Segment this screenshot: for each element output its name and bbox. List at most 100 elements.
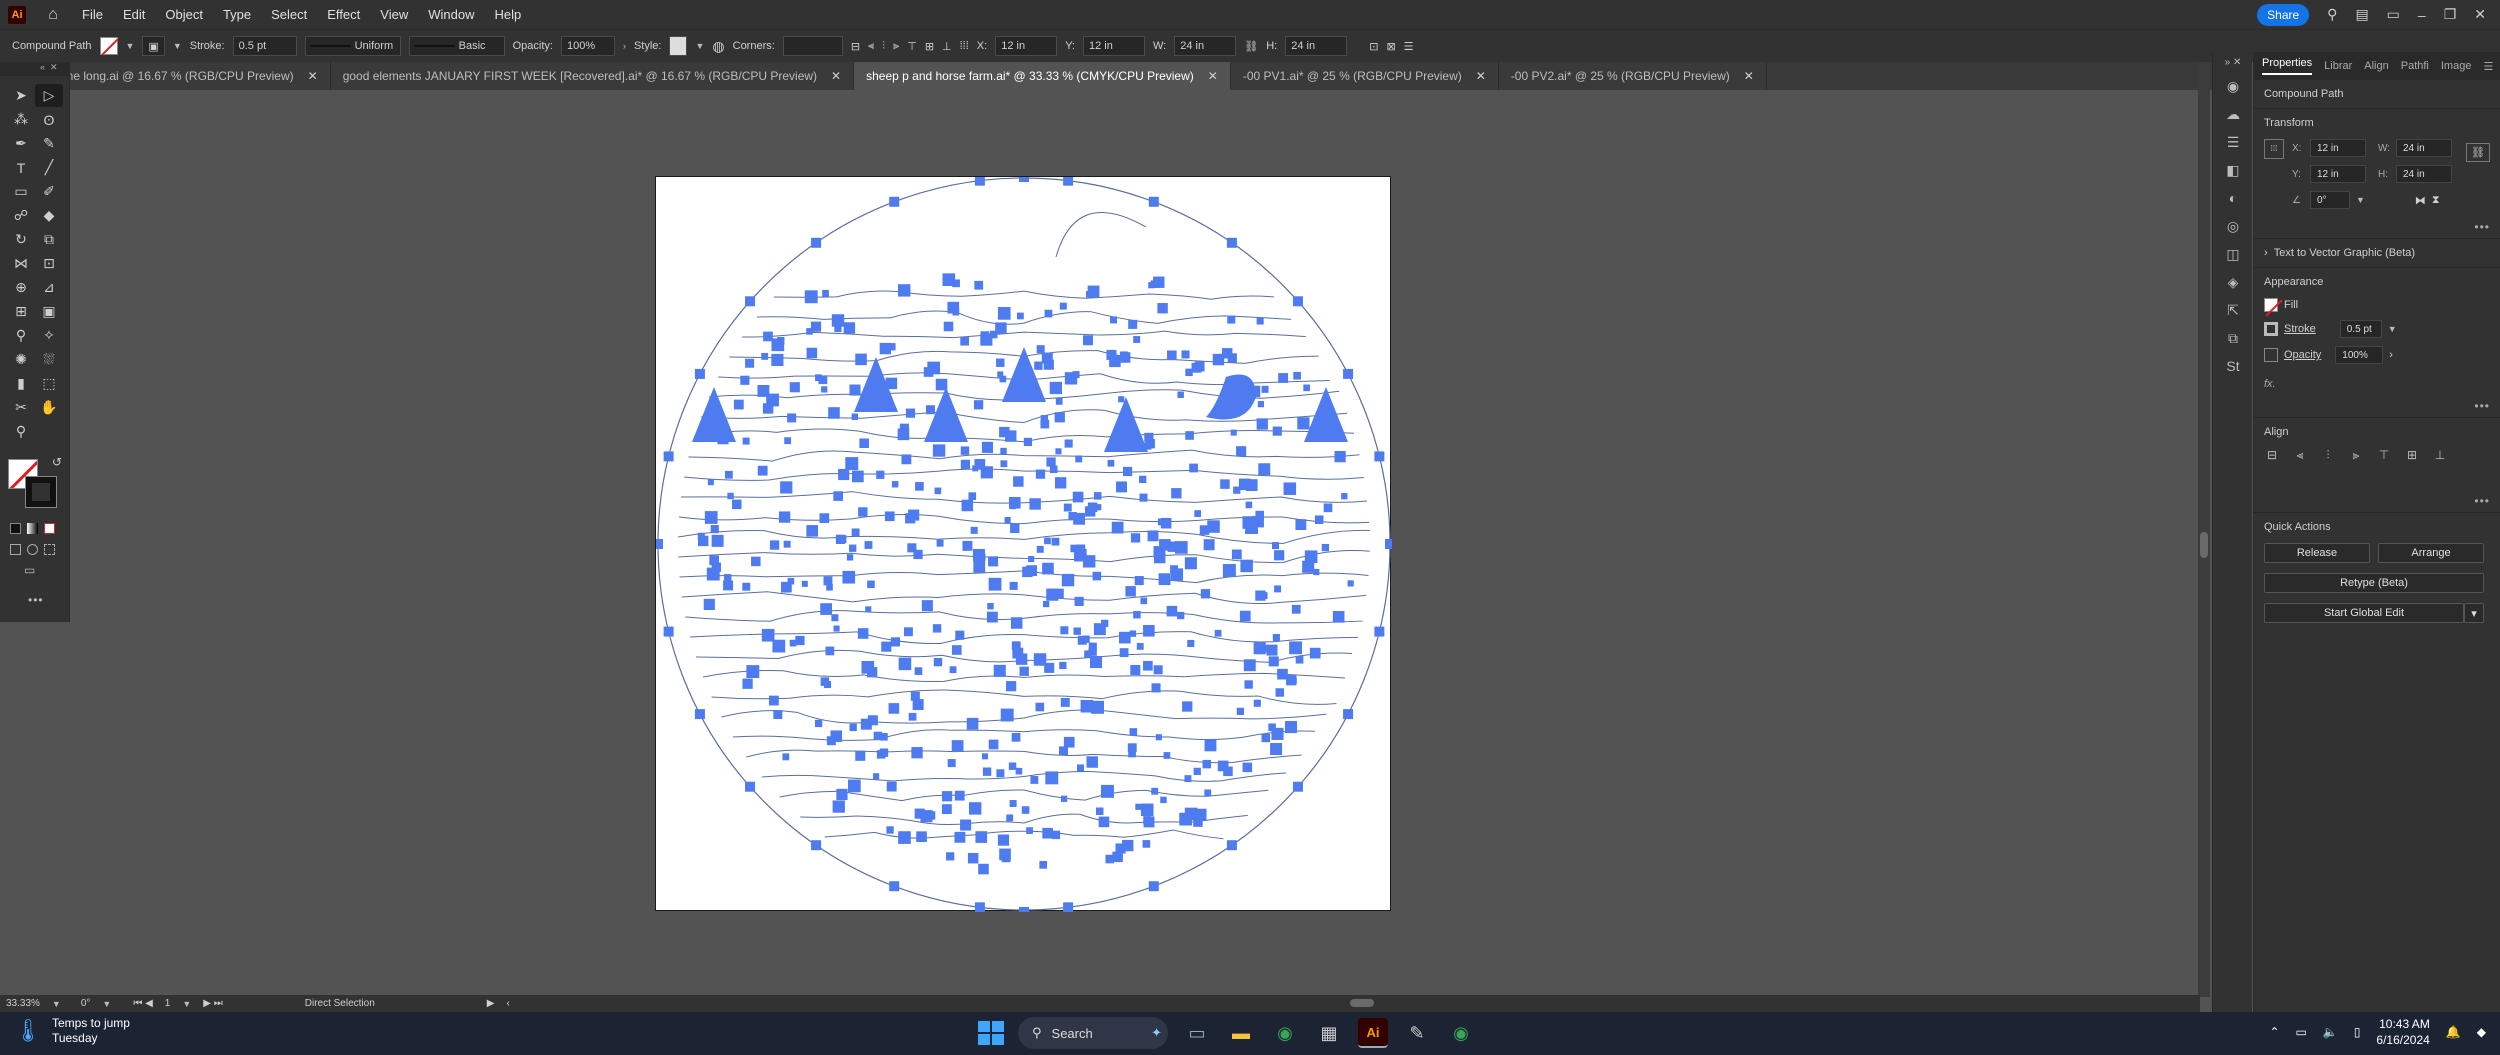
shaper-tool-icon[interactable]: ☍ xyxy=(7,204,35,227)
appearance-icon[interactable]: ◎ xyxy=(2213,212,2253,240)
align-top-icon[interactable]: ⊤ xyxy=(2376,448,2392,462)
x-input[interactable]: 12 in xyxy=(995,36,1058,56)
properties-icon[interactable]: ◉ xyxy=(2213,72,2253,100)
tab-document-4[interactable]: -00 PV1.ai* @ 25 % (RGB/CPU Preview) ✕ xyxy=(1231,62,1499,90)
export-icon[interactable]: ⇱ xyxy=(2213,296,2253,324)
selection-tool-icon[interactable]: ➤ xyxy=(7,84,35,107)
volume-icon[interactable]: 🔈 xyxy=(2323,1025,2338,1039)
h-field[interactable]: 24 in xyxy=(2396,165,2452,183)
search-icon[interactable]: ⚲ xyxy=(2327,6,2337,23)
vertical-scrollbar[interactable] xyxy=(2198,62,2210,997)
artwork-compound-path[interactable] xyxy=(656,177,1392,912)
fill-swatch[interactable] xyxy=(99,37,118,55)
close-window-icon[interactable]: ✕ xyxy=(2474,6,2486,23)
opacity-label[interactable]: Opacity xyxy=(2284,349,2321,361)
chrome-profile-icon[interactable]: ◉ xyxy=(1446,1018,1476,1048)
menu-view[interactable]: View xyxy=(380,7,408,22)
menu-object[interactable]: Object xyxy=(165,7,203,22)
close-icon[interactable]: ✕ xyxy=(1744,69,1754,83)
h-input[interactable]: 24 in xyxy=(1285,36,1348,56)
more-options-icon[interactable]: ••• xyxy=(2474,494,2490,508)
edit-toolbar-icon[interactable]: ••• xyxy=(0,577,69,607)
chevron-down-icon[interactable]: ▼ xyxy=(2356,195,2365,205)
slice-tool-icon[interactable]: ✂ xyxy=(7,396,35,419)
variable-width-profile[interactable]: Uniform xyxy=(304,36,401,56)
brush-definition[interactable]: Basic xyxy=(408,36,505,56)
tab-document-1[interactable]: ene long.ai @ 16.67 % (RGB/CPU Preview) ✕ xyxy=(48,62,331,90)
align-middle-icon[interactable]: ⊞ xyxy=(925,40,934,53)
tab-properties[interactable]: Properties xyxy=(2262,57,2313,75)
next-artboard-icon[interactable]: ▶ ⏭ xyxy=(203,998,222,1009)
more-options-icon[interactable]: ••• xyxy=(2474,399,2490,413)
collapse-panels-icon[interactable]: » ✕ xyxy=(2213,52,2253,72)
lasso-tool-icon[interactable]: ʘ xyxy=(35,108,63,131)
tab-libraries[interactable]: Librar xyxy=(2324,60,2352,72)
stroke-weight-field[interactable]: 0.5 pt xyxy=(2339,320,2382,338)
mesh-tool-icon[interactable]: ⊞ xyxy=(7,300,35,323)
battery-icon[interactable]: ▯ xyxy=(2354,1025,2361,1039)
clock[interactable]: 10:43 AM 6/16/2024 xyxy=(2376,1016,2429,1048)
w-input[interactable]: 24 in xyxy=(1174,36,1237,56)
file-explorer-icon[interactable]: ▬ xyxy=(1226,1018,1256,1048)
minimize-icon[interactable]: – xyxy=(2418,7,2426,23)
taskbar-search[interactable]: ⚲ Search ✦ xyxy=(1018,1017,1168,1049)
line-tool-icon[interactable]: ╱ xyxy=(35,156,63,179)
menu-effect[interactable]: Effect xyxy=(327,7,360,22)
close-icon[interactable]: ✕ xyxy=(831,69,841,83)
rotate-tool-icon[interactable]: ↻ xyxy=(7,228,35,251)
align-center-icon[interactable]: ⫶ xyxy=(882,40,885,53)
opacity-input[interactable]: 100% xyxy=(560,36,615,56)
illustrator-taskbar-icon[interactable]: Ai xyxy=(1358,1018,1388,1048)
weather-widget[interactable]: 🌡 Temps to jump Tuesday xyxy=(14,1016,130,1046)
eyedropper-tool-icon[interactable]: ⚲ xyxy=(7,324,35,347)
task-view-icon[interactable]: ▭ xyxy=(1182,1018,1212,1048)
y-input[interactable]: 12 in xyxy=(1083,36,1145,56)
align-bottom-icon[interactable]: ⊥ xyxy=(2432,448,2448,462)
artboard-tool-icon[interactable]: ⬚ xyxy=(35,372,63,395)
reference-point-icon[interactable]: ⁞⁞⁞ xyxy=(2264,139,2284,159)
chevron-down-icon[interactable]: ▾ xyxy=(2464,603,2484,623)
gradient-panel-icon[interactable]: ◐ xyxy=(2213,184,2253,212)
menu-edit[interactable]: Edit xyxy=(123,7,145,22)
chevron-down-icon[interactable]: ▼ xyxy=(126,41,135,51)
stroke-label[interactable]: Stroke xyxy=(2284,323,2316,335)
arrange-button[interactable]: Arrange xyxy=(2378,543,2484,563)
chevron-down-icon[interactable]: ▼ xyxy=(695,41,704,51)
chevron-down-icon[interactable]: ▼ xyxy=(182,999,191,1009)
home-icon[interactable]: ⌂ xyxy=(44,6,62,24)
pen-app-icon[interactable]: ✎ xyxy=(1402,1018,1432,1048)
workspace-icon[interactable]: ▭ xyxy=(2387,6,2400,23)
reference-point-icon[interactable]: ⁞⁞⁞ xyxy=(960,40,969,52)
chevron-down-icon[interactable]: ▼ xyxy=(2388,324,2397,334)
menu-window[interactable]: Window xyxy=(428,7,474,22)
color-icon[interactable] xyxy=(10,523,21,534)
align-right-icon[interactable]: ⫸ xyxy=(893,40,899,53)
gradient-icon[interactable] xyxy=(27,523,38,534)
status-menu-icon[interactable]: ▶ xyxy=(487,998,495,1009)
fx-button[interactable]: fx. xyxy=(2264,378,2276,390)
tab-pathfinder[interactable]: Pathfi xyxy=(2401,60,2429,72)
arrange-documents-icon[interactable]: ▤ xyxy=(2355,6,2368,23)
zoom-tool-icon[interactable]: ⚲ xyxy=(7,420,35,443)
align-left-icon[interactable]: ⫷ xyxy=(868,40,874,53)
scale-tool-icon[interactable]: ⧉ xyxy=(35,228,63,251)
none-icon[interactable] xyxy=(44,523,55,534)
align-to-icon[interactable]: ⊟ xyxy=(851,40,860,53)
retype-button[interactable]: Retype (Beta) xyxy=(2264,573,2484,593)
chevron-right-icon[interactable]: › xyxy=(623,41,626,51)
align-bottom-icon[interactable]: ⊥ xyxy=(942,40,952,53)
libraries-icon[interactable]: ☁ xyxy=(2213,100,2253,128)
graphic-style-swatch[interactable] xyxy=(669,36,688,56)
align-left-icon[interactable]: ⫷ xyxy=(2292,448,2308,462)
chevron-down-icon[interactable]: ▼ xyxy=(52,999,61,1009)
blend-tool-icon[interactable]: ✧ xyxy=(35,324,63,347)
close-icon[interactable]: ✕ xyxy=(1208,69,1218,83)
stroke-weight-input[interactable]: 0.5 pt xyxy=(232,36,297,56)
fill-swatch[interactable] xyxy=(2264,298,2278,312)
tab-document-2[interactable]: good elements JANUARY FIRST WEEK [Recove… xyxy=(331,62,855,90)
shape-builder-tool-icon[interactable]: ⊕ xyxy=(7,276,35,299)
rotation-value[interactable]: 0° xyxy=(81,998,91,1009)
horizontal-scrollbar-thumb[interactable] xyxy=(1350,999,1374,1007)
align-right-icon[interactable]: ⫸ xyxy=(2348,448,2364,462)
more-options-icon[interactable]: ••• xyxy=(2474,220,2490,234)
